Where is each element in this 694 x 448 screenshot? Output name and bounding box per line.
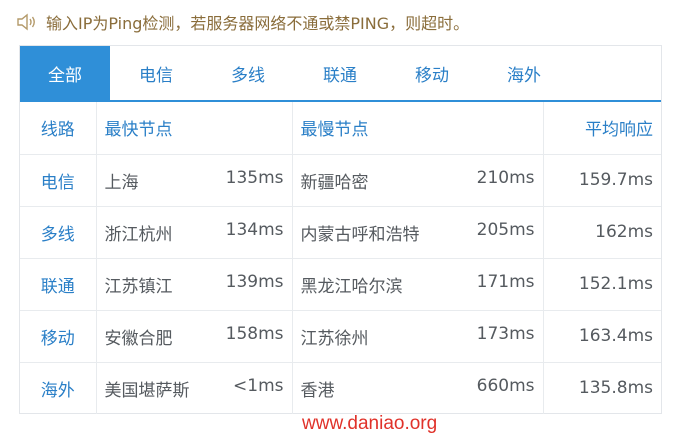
line-name: 电信 bbox=[20, 154, 97, 207]
fastest-ms: 158ms bbox=[225, 323, 284, 344]
speaker-icon bbox=[17, 13, 35, 31]
tab-all[interactable]: 全部 bbox=[20, 46, 110, 100]
tab-unicom[interactable]: 联通 bbox=[294, 46, 386, 100]
watermark-text: www.daniao.org bbox=[302, 413, 438, 434]
header-line: 线路 bbox=[20, 102, 97, 155]
slowest-node: 新疆哈密 bbox=[300, 172, 369, 193]
table-header-row: 线路 最快节点 最慢节点 平均响应 bbox=[20, 102, 661, 155]
tab-multiline[interactable]: 多线 bbox=[202, 46, 294, 100]
line-name: 海外 bbox=[20, 362, 97, 414]
fastest-node: 上海 bbox=[104, 172, 139, 193]
slowest-ms: 660ms bbox=[476, 375, 535, 396]
fastest-node: 江苏镇江 bbox=[104, 276, 173, 297]
slowest-node: 香港 bbox=[300, 380, 335, 401]
table-row: 多线 浙江杭州 134ms 内蒙古呼和浩特 205ms 162ms bbox=[20, 206, 661, 259]
fastest-ms: 134ms bbox=[225, 219, 284, 240]
fastest-ms: <1ms bbox=[233, 375, 284, 396]
slowest-node: 江苏徐州 bbox=[300, 328, 369, 349]
slowest-node: 内蒙古呼和浩特 bbox=[300, 224, 420, 245]
table-row: 联通 江苏镇江 139ms 黑龙江哈尔滨 171ms 152.1ms bbox=[20, 258, 661, 311]
fastest-node: 安徽合肥 bbox=[104, 328, 173, 349]
table-row: 电信 上海 135ms 新疆哈密 210ms 159.7ms bbox=[20, 154, 661, 207]
slowest-ms: 171ms bbox=[476, 271, 535, 292]
tab-overseas[interactable]: 海外 bbox=[478, 46, 570, 100]
line-name: 联通 bbox=[20, 258, 97, 311]
fastest-node: 浙江杭州 bbox=[104, 224, 173, 245]
average-ms: 159.7ms bbox=[543, 154, 661, 207]
header-slowest: 最慢节点 bbox=[292, 102, 544, 155]
line-name: 多线 bbox=[20, 206, 97, 259]
average-ms: 163.4ms bbox=[543, 310, 661, 363]
tab-mobile[interactable]: 移动 bbox=[386, 46, 478, 100]
slowest-ms: 210ms bbox=[476, 167, 535, 188]
header-average: 平均响应 bbox=[543, 102, 661, 155]
line-name: 移动 bbox=[20, 310, 97, 363]
fastest-ms: 135ms bbox=[225, 167, 284, 188]
header-fastest: 最快节点 bbox=[96, 102, 293, 155]
notice-text: 输入IP为Ping检测，若服务器网络不通或禁PING，则超时。 bbox=[46, 14, 470, 33]
table-row: 移动 安徽合肥 158ms 江苏徐州 173ms 163.4ms bbox=[20, 310, 661, 363]
ping-summary-table: 线路 最快节点 最慢节点 平均响应 电信 上海 135ms 新疆哈密 210ms 1… bbox=[20, 102, 661, 414]
fastest-ms: 139ms bbox=[225, 271, 284, 292]
line-tabs: 全部 电信 多线 联通 移动 海外 bbox=[20, 46, 661, 102]
tab-telecom[interactable]: 电信 bbox=[110, 46, 202, 100]
average-ms: 135.8ms bbox=[578, 378, 653, 399]
slowest-node: 黑龙江哈尔滨 bbox=[300, 276, 403, 297]
slowest-ms: 205ms bbox=[476, 219, 535, 240]
average-ms: 152.1ms bbox=[543, 258, 661, 311]
average-ms: 162ms bbox=[543, 206, 661, 259]
fastest-node: 美国堪萨斯 bbox=[104, 380, 190, 401]
table-row: 海外 美国堪萨斯 <1ms 香港 660ms 135.8ms bbox=[20, 362, 661, 414]
slowest-ms: 173ms bbox=[476, 323, 535, 344]
ping-result-panel: 全部 电信 多线 联通 移动 海外 线路 最快节点 最慢节点 平均响应 电信 上… bbox=[19, 45, 662, 414]
notice-bar: 输入IP为Ping检测，若服务器网络不通或禁PING，则超时。 bbox=[16, 9, 469, 35]
